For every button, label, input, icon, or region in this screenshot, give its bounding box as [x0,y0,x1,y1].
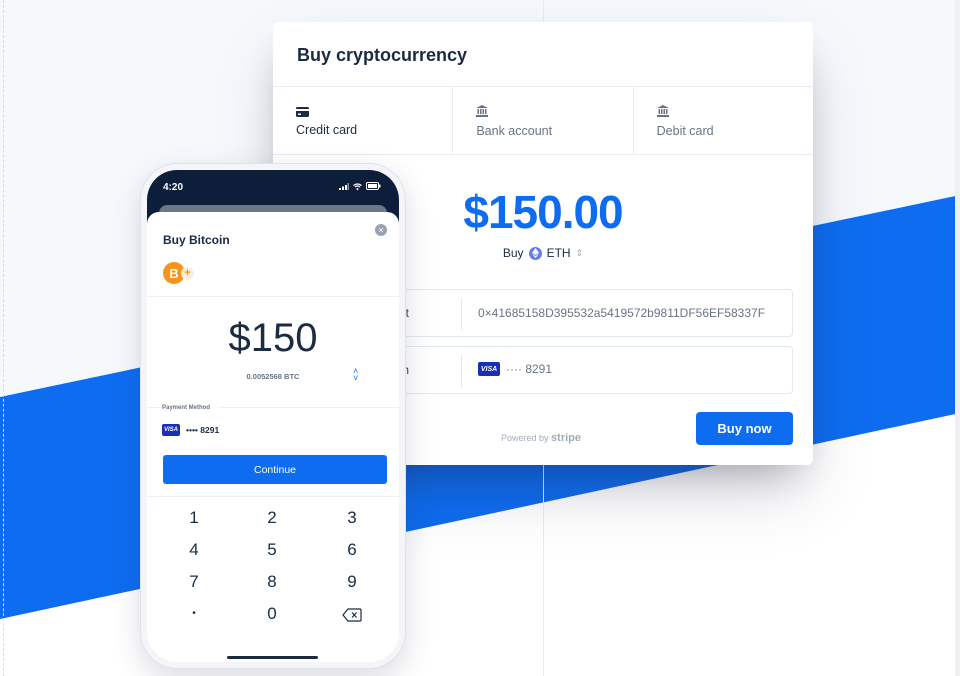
btc-amount: 0.0052568 BTC [246,372,300,381]
divider [147,496,399,497]
key-5[interactable]: 5 [242,536,302,564]
signal-icon [339,182,349,190]
wallet-address: 0×41685158D395532a5419572b9811DF56EF5833… [478,306,766,320]
key-0[interactable]: 0 [242,600,302,628]
payment-tabs: Credit card Bank account Debit card [273,86,813,155]
field-divider [461,355,462,387]
payment-method-row[interactable]: VISA •••• 8291 [162,424,219,436]
home-indicator [227,656,318,659]
credit-card-icon [296,104,309,122]
buy-now-button[interactable]: Buy now [696,412,793,445]
powered-by-text: Powered by [501,433,549,443]
payment-method-label: Payment Method [162,405,219,411]
key-backspace[interactable] [322,600,382,628]
bank-icon [476,104,489,122]
phone-screen: 4:20 Buy Bitcoin × B + $150 0.0052568 BT… [147,170,399,662]
key-9[interactable]: 9 [322,568,382,596]
key-3[interactable]: 3 [322,504,382,532]
key-8[interactable]: 8 [242,568,302,596]
card-number: ···· 8291 [506,362,553,376]
key-4[interactable]: 4 [164,536,224,564]
swap-units-icon[interactable]: ˄ ˅ [353,367,358,383]
pay-with-value: VISA ···· 8291 [478,362,552,376]
powered-by-stripe[interactable]: Powered by stripe [501,432,581,444]
visa-icon: VISA [162,424,180,436]
key-7[interactable]: 7 [164,568,224,596]
page-edge [955,0,960,676]
key-decimal[interactable]: • [164,600,224,628]
sheet-title: Buy Bitcoin [163,233,230,247]
key-2[interactable]: 2 [242,504,302,532]
phone-mockup: 4:20 Buy Bitcoin × B + $150 0.0052568 BT… [141,164,405,668]
visa-icon: VISA [478,362,500,376]
ethereum-icon [528,246,542,260]
stripe-logo: stripe [551,432,582,444]
key-6[interactable]: 6 [322,536,382,564]
field-divider [461,298,462,330]
tab-label: Debit card [656,124,714,138]
card-number: •••• 8291 [186,425,220,435]
key-1[interactable]: 1 [164,504,224,532]
wifi-icon [353,182,362,190]
status-time: 4:20 [163,182,184,193]
buy-label: Buy [502,246,524,260]
card-title: Buy cryptocurrency [297,45,468,65]
close-icon[interactable]: × [375,224,387,236]
divider [147,296,399,297]
tab-label: Credit card [296,123,358,137]
guide-dashed-line [3,0,4,676]
currency-label: ETH [546,246,571,260]
tab-debit-card[interactable]: Debit card [634,87,813,154]
buy-bitcoin-sheet: Buy Bitcoin × B + $150 0.0052568 BTC ˄ ˅ … [147,212,399,662]
battery-icon [366,182,381,190]
add-coin-icon[interactable]: + [181,267,194,280]
tab-bank-account[interactable]: Bank account [453,87,634,154]
chevron-updown-icon: ⇕ [575,247,584,258]
tab-label: Bank account [476,124,553,138]
phone-amount: $150 [228,316,318,360]
continue-button[interactable]: Continue [163,455,387,484]
tab-credit-card[interactable]: Credit card [273,87,454,154]
backspace-icon [342,607,362,622]
bank-icon [656,104,669,122]
